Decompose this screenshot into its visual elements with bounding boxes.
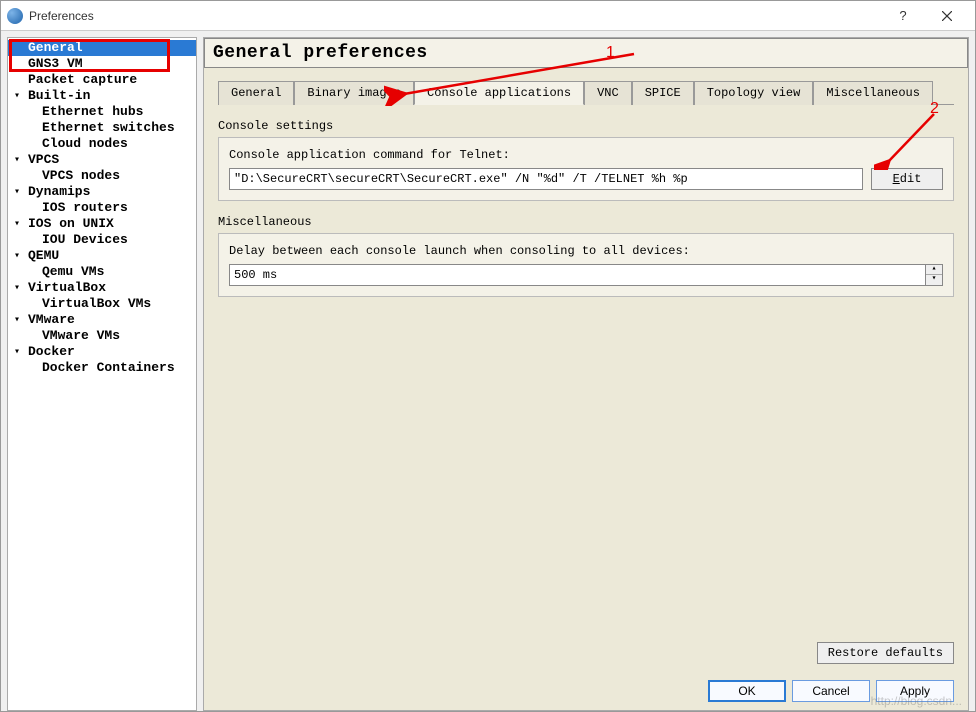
misc-group: Delay between each console launch when c… <box>218 233 954 297</box>
tree-item-label: Ethernet hubs <box>42 104 143 119</box>
edit-button[interactable]: Edit <box>871 168 943 190</box>
tree-item[interactable]: Ethernet switches <box>8 120 196 136</box>
tree-item-label: Dynamips <box>28 184 90 199</box>
tree-item[interactable]: ▾ VMware <box>8 312 196 328</box>
tree-item[interactable]: General <box>8 40 196 56</box>
tree-item-label: Built-in <box>28 88 90 103</box>
preferences-window: Preferences ? GeneralGNS3 VMPacket captu… <box>0 0 976 712</box>
tab-topology-view[interactable]: Topology view <box>694 81 814 105</box>
tree-expand-icon[interactable]: ▾ <box>14 313 20 329</box>
tree-item-label: IOS routers <box>42 200 128 215</box>
spin-down-icon[interactable]: ▾ <box>926 275 942 285</box>
close-icon <box>942 11 952 21</box>
settings-panel: General preferences GeneralBinary images… <box>203 37 969 711</box>
tree-expand-icon[interactable]: ▾ <box>14 89 20 105</box>
tree-item-label: General <box>28 40 83 55</box>
tree-item[interactable]: Packet capture <box>8 72 196 88</box>
tree-item[interactable]: ▾ VirtualBox <box>8 280 196 296</box>
tree-item[interactable]: ▾ IOS on UNIX <box>8 216 196 232</box>
tree-expand-icon[interactable]: ▾ <box>14 217 20 233</box>
tree-item-label: Qemu VMs <box>42 264 104 279</box>
help-button[interactable]: ? <box>881 2 925 30</box>
tree-item[interactable]: ▾ Dynamips <box>8 184 196 200</box>
close-button[interactable] <box>925 2 969 30</box>
console-settings-label: Console settings <box>218 119 954 133</box>
tree-item[interactable]: IOU Devices <box>8 232 196 248</box>
tree-expand-icon[interactable]: ▾ <box>14 185 20 201</box>
page-title: General preferences <box>204 38 968 68</box>
tree-item-label: Packet capture <box>28 72 137 87</box>
delay-input[interactable] <box>229 264 926 286</box>
delay-label: Delay between each console launch when c… <box>229 244 943 258</box>
tree-item-label: IOS on UNIX <box>28 216 114 231</box>
tree-item-label: QEMU <box>28 248 59 263</box>
tree-item-label: Ethernet switches <box>42 120 175 135</box>
console-command-label: Console application command for Telnet: <box>229 148 943 162</box>
tree-item-label: Docker Containers <box>42 360 175 375</box>
apply-button[interactable]: Apply <box>876 680 954 702</box>
tree-item[interactable]: Ethernet hubs <box>8 104 196 120</box>
tab-vnc[interactable]: VNC <box>584 81 632 105</box>
tab-miscellaneous[interactable]: Miscellaneous <box>813 81 933 105</box>
titlebar: Preferences ? <box>1 1 975 31</box>
tab-spice[interactable]: SPICE <box>632 81 694 105</box>
tab-bar: GeneralBinary imagesConsole applications… <box>218 80 954 105</box>
tree-item-label: VirtualBox <box>28 280 106 295</box>
tree-item[interactable]: GNS3 VM <box>8 56 196 72</box>
console-command-input[interactable] <box>229 168 863 190</box>
tab-general[interactable]: General <box>218 81 294 105</box>
tree-item-label: VMware <box>28 312 75 327</box>
tree-item[interactable]: Cloud nodes <box>8 136 196 152</box>
category-tree: GeneralGNS3 VMPacket capture▾Built-inEth… <box>7 37 197 711</box>
tree-expand-icon[interactable]: ▾ <box>14 249 20 265</box>
tab-binary-images[interactable]: Binary images <box>294 81 414 105</box>
tree-item[interactable]: ▾ Docker <box>8 344 196 360</box>
tree-item[interactable]: ▾ VPCS <box>8 152 196 168</box>
tree-item-label: VirtualBox VMs <box>42 296 151 311</box>
tree-item-label: VPCS <box>28 152 59 167</box>
misc-label: Miscellaneous <box>218 215 954 229</box>
tree-expand-icon[interactable]: ▾ <box>14 281 20 297</box>
window-title: Preferences <box>29 9 881 23</box>
tree-item-label: Cloud nodes <box>42 136 128 151</box>
tree-item[interactable]: VirtualBox VMs <box>8 296 196 312</box>
tree-item-label: VPCS nodes <box>42 168 120 183</box>
tree-item[interactable]: VPCS nodes <box>8 168 196 184</box>
tree-item-label: IOU Devices <box>42 232 128 247</box>
tree-item-label: Docker <box>28 344 75 359</box>
tree-expand-icon[interactable]: ▾ <box>14 345 20 361</box>
restore-defaults-button[interactable]: Restore defaults <box>817 642 954 664</box>
console-settings-group: Console application command for Telnet: … <box>218 137 954 201</box>
tree-item[interactable]: VMware VMs <box>8 328 196 344</box>
delay-spinner[interactable]: ▴ ▾ <box>926 264 943 286</box>
tree-item[interactable]: Qemu VMs <box>8 264 196 280</box>
tree-expand-icon[interactable]: ▾ <box>14 153 20 169</box>
tree-item[interactable]: IOS routers <box>8 200 196 216</box>
tree-item[interactable]: ▾ Built-in <box>8 88 196 104</box>
ok-button[interactable]: OK <box>708 680 786 702</box>
tree-item-label: VMware VMs <box>42 328 120 343</box>
tree-item-label: GNS3 VM <box>28 56 83 71</box>
dialog-button-bar: OK Cancel Apply http://blog.csdn... <box>204 672 968 710</box>
app-icon <box>7 8 23 24</box>
tree-item[interactable]: ▾ QEMU <box>8 248 196 264</box>
tab-console-applications[interactable]: Console applications <box>414 81 584 105</box>
cancel-button[interactable]: Cancel <box>792 680 870 702</box>
tree-item[interactable]: Docker Containers <box>8 360 196 376</box>
